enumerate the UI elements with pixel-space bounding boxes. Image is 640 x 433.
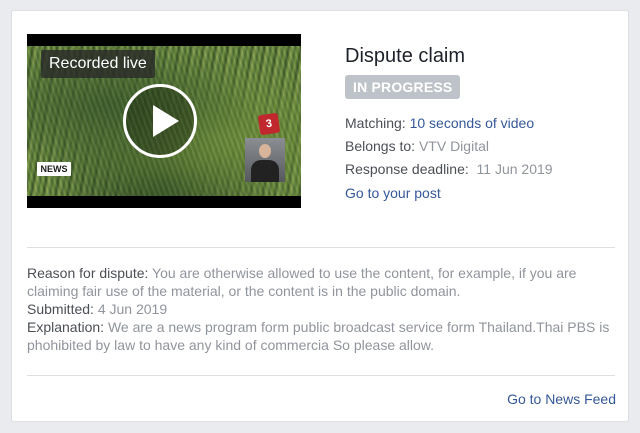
submitted-block: Submitted: 4 Jun 2019 bbox=[27, 300, 617, 318]
go-to-post-row: Go to your post bbox=[345, 185, 441, 201]
divider bbox=[27, 247, 615, 248]
dispute-details: Reason for dispute: You are otherwise al… bbox=[27, 264, 617, 354]
dispute-card: Recorded live NEWS 3 Dispute claim IN PR… bbox=[11, 10, 629, 422]
matching-label: Matching: bbox=[345, 115, 406, 131]
deadline-row: Response deadline: 11 Jun 2019 bbox=[345, 161, 553, 177]
deadline-value: 11 Jun 2019 bbox=[476, 161, 553, 177]
divider bbox=[27, 375, 615, 376]
explanation-value: We are a news program form public broadc… bbox=[27, 319, 610, 353]
belongs-value: VTV Digital bbox=[418, 138, 489, 154]
matching-link[interactable]: 10 seconds of video bbox=[410, 115, 535, 131]
submitted-label: Submitted: bbox=[27, 301, 94, 317]
sign-language-interpreter bbox=[245, 138, 285, 182]
explanation-block: Explanation: We are a news program form … bbox=[27, 318, 617, 354]
go-to-post-link[interactable]: Go to your post bbox=[345, 185, 441, 201]
go-to-news-feed-link[interactable]: Go to News Feed bbox=[507, 391, 616, 407]
reason-label: Reason for dispute: bbox=[27, 265, 149, 281]
channel-logo-icon: 3 bbox=[257, 112, 281, 136]
belongs-label: Belongs to: bbox=[345, 138, 416, 154]
deadline-label: Response deadline: bbox=[345, 161, 469, 177]
belongs-row: Belongs to: VTV Digital bbox=[345, 138, 489, 154]
status-badge: IN PROGRESS bbox=[345, 75, 461, 99]
reason-block: Reason for dispute: You are otherwise al… bbox=[27, 264, 617, 300]
matching-row: Matching: 10 seconds of video bbox=[345, 115, 534, 131]
news-logo: NEWS bbox=[37, 162, 71, 176]
submitted-value: 4 Jun 2019 bbox=[97, 301, 168, 317]
play-icon[interactable] bbox=[123, 84, 197, 158]
video-thumbnail[interactable]: Recorded live NEWS 3 bbox=[27, 34, 301, 208]
page-title: Dispute claim bbox=[345, 45, 466, 67]
explanation-label: Explanation: bbox=[27, 319, 105, 335]
recorded-live-label: Recorded live bbox=[41, 50, 155, 78]
